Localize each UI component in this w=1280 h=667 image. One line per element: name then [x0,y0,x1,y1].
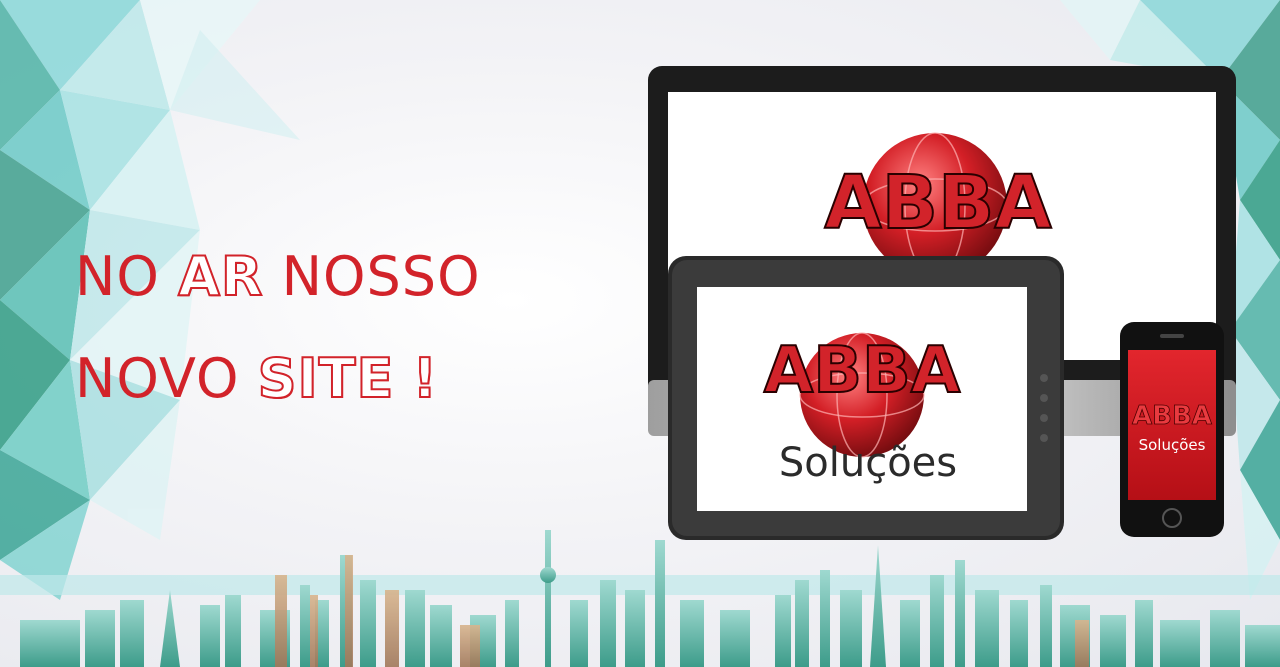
tablet-logo-abba: ABBA [764,334,961,408]
banner: NO AR NOSSO NOVO SITE ! ABBA ABBA Soluçõ… [0,0,1280,667]
devices-mockup: ABBA ABBA Soluções ABBA Soluções [648,66,1236,540]
tablet-logo-subtitle: Soluções [779,440,957,486]
phone-logo-subtitle: Soluções [1139,436,1206,454]
monitor-logo-abba: ABBA [824,160,1051,246]
phone-logo-abba: ABBA [1132,401,1212,431]
